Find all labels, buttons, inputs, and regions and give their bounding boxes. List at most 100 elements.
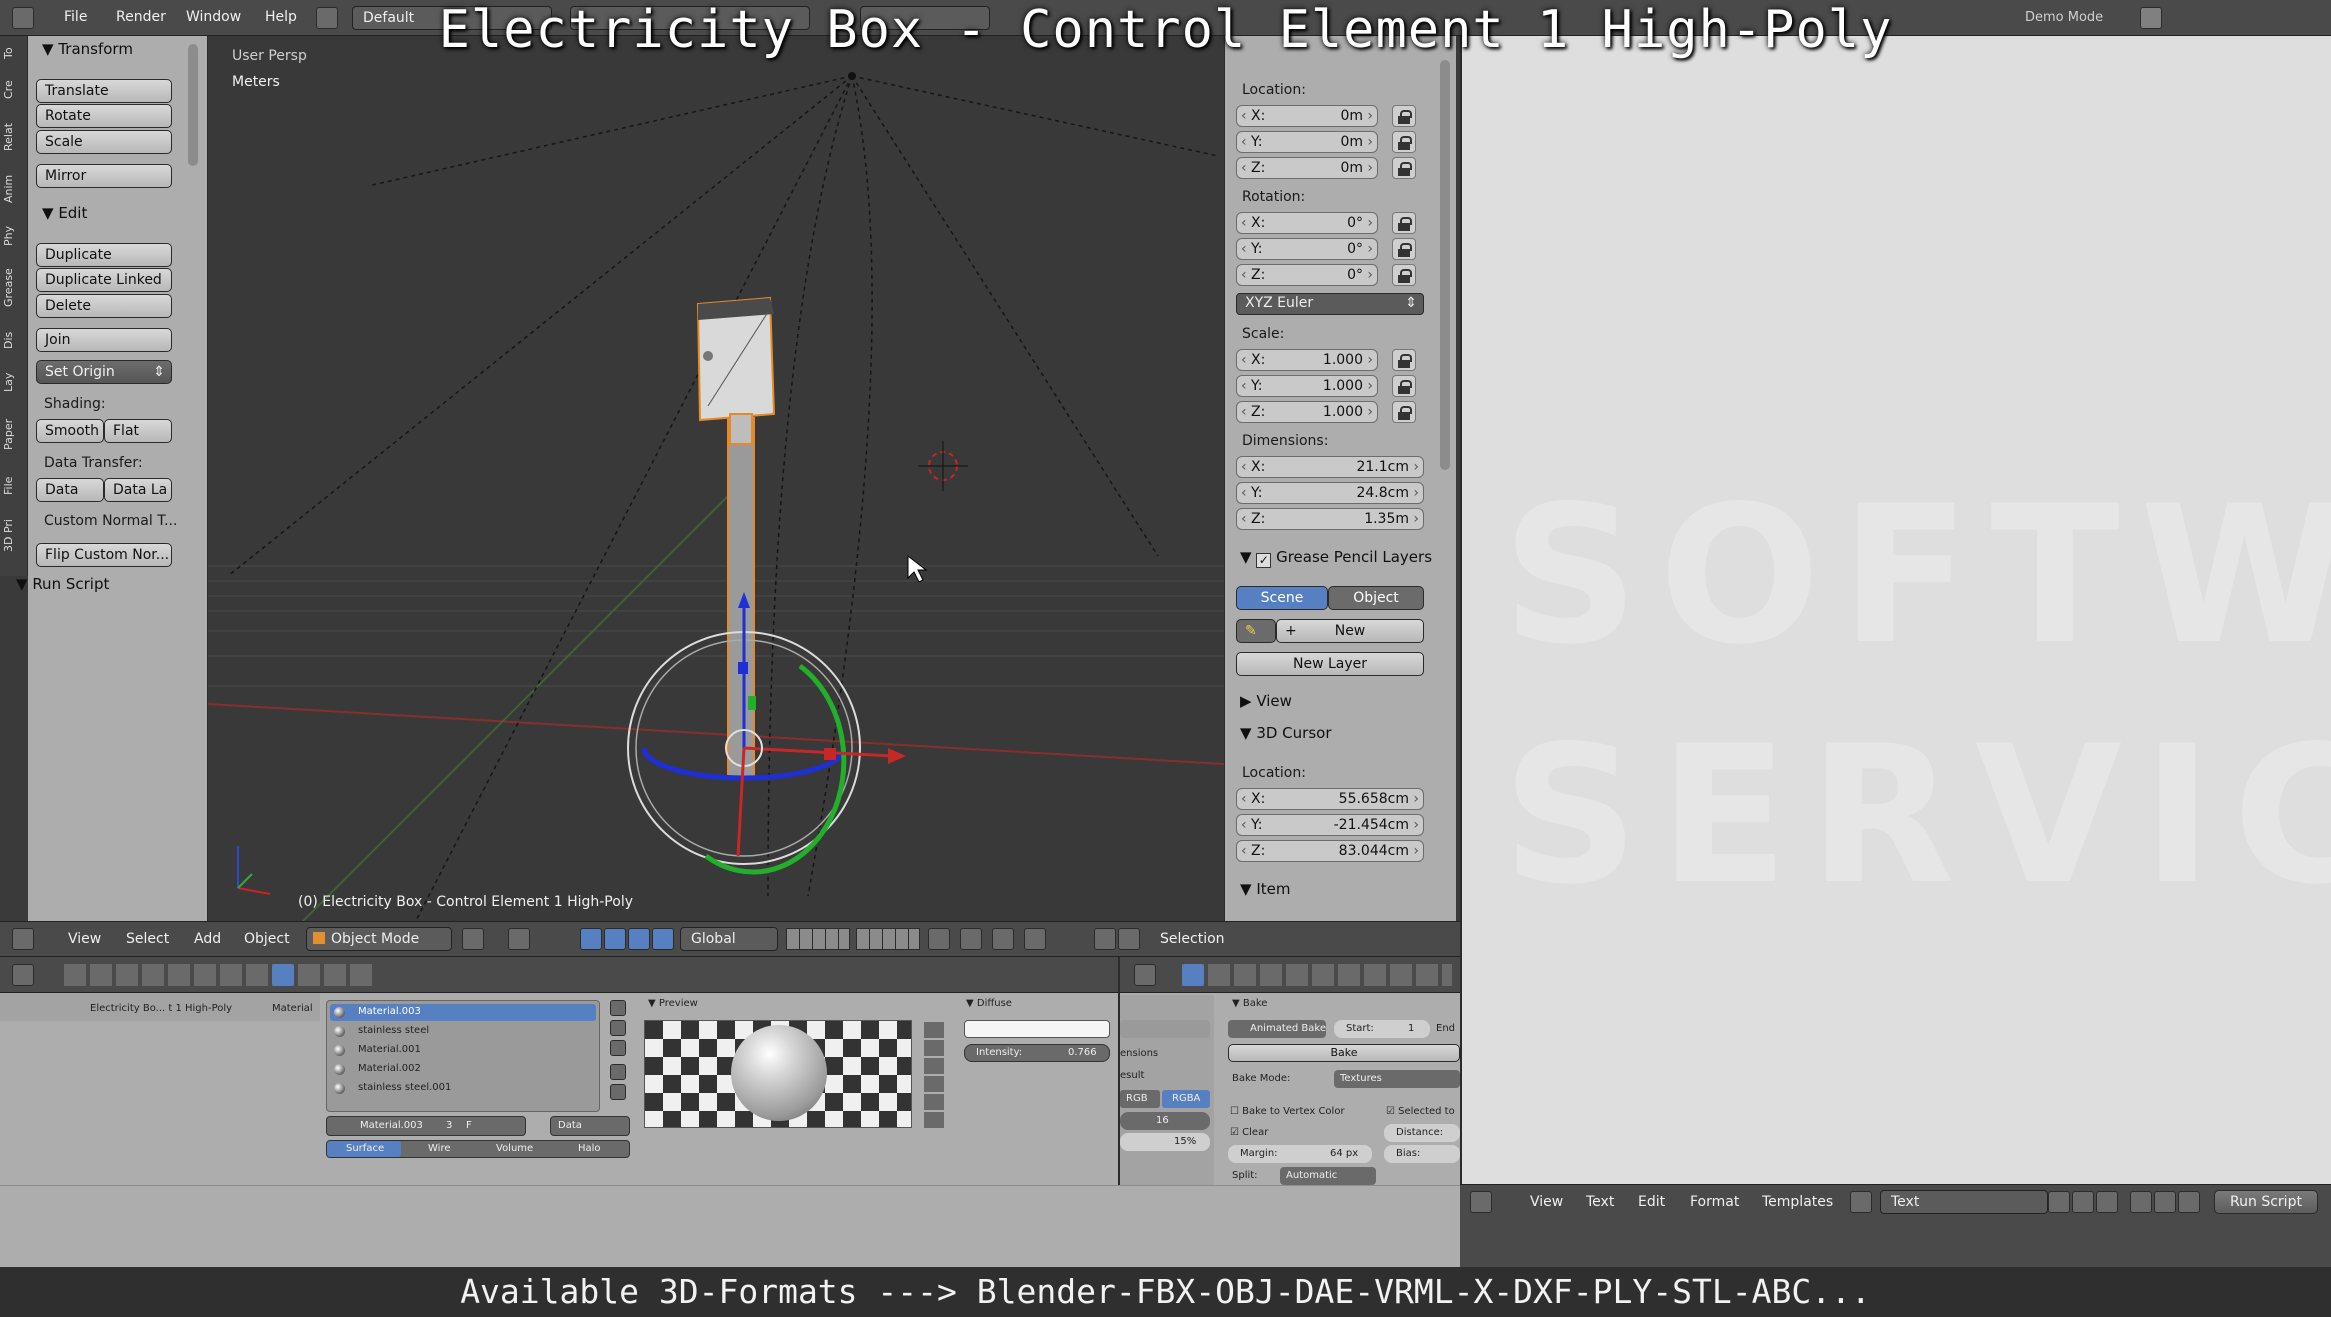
layer-buttons-2[interactable] bbox=[856, 928, 920, 950]
3d-cursor-icon[interactable] bbox=[918, 441, 968, 491]
checkbox-icon[interactable]: ✓ bbox=[1256, 553, 1272, 568]
move-up-icon[interactable] bbox=[610, 1064, 626, 1080]
pole-mesh[interactable] bbox=[727, 417, 755, 779]
slot-specials-icon[interactable] bbox=[610, 1040, 626, 1056]
duplicate-linked-button[interactable]: Duplicate Linked bbox=[36, 268, 172, 292]
material-datablock[interactable] bbox=[326, 1116, 526, 1136]
delete-button[interactable]: Delete bbox=[36, 294, 172, 318]
selected-to-active-checkbox[interactable]: ☑ Selected to bbox=[1386, 1106, 1455, 1117]
text-editor-area[interactable]: SOFTWARE SERVICE bbox=[1460, 36, 2331, 1184]
location-x-field[interactable]: X: 0m bbox=[1236, 105, 1378, 127]
text-datablock-icon[interactable] bbox=[1850, 1191, 1872, 1213]
dimension-y-field[interactable]: Y: 24.8cm bbox=[1236, 482, 1424, 504]
new-layer-button[interactable]: New Layer bbox=[1236, 652, 1424, 676]
bake-button[interactable]: Bake bbox=[1228, 1044, 1460, 1062]
vp-menu-select[interactable]: Select bbox=[126, 931, 169, 947]
3d-cursor-panel-header[interactable]: ▼ 3D Cursor bbox=[1240, 724, 1331, 742]
rotation-mode-select[interactable]: XYZ Euler ⇕ bbox=[1236, 293, 1424, 315]
rotation-z-field[interactable]: Z: 0° bbox=[1236, 264, 1378, 286]
tab-file[interactable]: File bbox=[2, 466, 26, 506]
data-layout-button[interactable]: Data La bbox=[104, 478, 172, 502]
tab-relations[interactable]: Relat bbox=[2, 112, 26, 162]
flat-button[interactable]: Flat bbox=[104, 419, 172, 443]
add-slot-icon[interactable] bbox=[610, 1000, 626, 1016]
vp-menu-object[interactable]: Object bbox=[244, 931, 290, 947]
dimension-z-field[interactable]: Z: 1.35m bbox=[1236, 508, 1424, 530]
custom-normal-label[interactable]: Custom Normal T... bbox=[44, 513, 177, 529]
pencil-icon[interactable]: ✎ bbox=[1236, 619, 1276, 643]
text-menu-format[interactable]: Format bbox=[1690, 1194, 1739, 1210]
material-context-tab[interactable] bbox=[272, 964, 294, 986]
new-gp-button[interactable]: + New bbox=[1276, 619, 1424, 643]
flip-custom-normals-button[interactable]: Flip Custom Nor... bbox=[36, 543, 172, 567]
scale-x-field[interactable]: X: 1.000 bbox=[1236, 349, 1378, 371]
vp-menu-add[interactable]: Add bbox=[194, 931, 221, 947]
material-slot-item[interactable]: Material.003 bbox=[330, 1004, 596, 1021]
scale-z-field[interactable]: Z: 1.000 bbox=[1236, 401, 1378, 423]
text-datablock-field[interactable]: Text bbox=[1880, 1190, 2048, 1214]
view-panel-header[interactable]: ▶ View bbox=[1240, 692, 1292, 710]
object-tab[interactable]: Object bbox=[1328, 586, 1424, 610]
diffuse-panel-header[interactable]: ▼ Diffuse bbox=[966, 998, 1012, 1009]
rotation-x-field[interactable]: X: 0° bbox=[1236, 212, 1378, 234]
lock-layers-icon[interactable] bbox=[928, 928, 950, 950]
viewport-3d[interactable]: User Persp Meters (0) Electricity Box - … bbox=[208, 36, 1224, 921]
join-button[interactable]: Join bbox=[36, 328, 172, 352]
lock-icon[interactable] bbox=[1392, 157, 1416, 179]
rotation-y-field[interactable]: Y: 0° bbox=[1236, 238, 1378, 260]
layer-buttons[interactable] bbox=[786, 928, 850, 950]
pivot-point-icon[interactable] bbox=[508, 928, 530, 950]
grease-pencil-panel-header[interactable]: ▼ ✓ Grease Pencil Layers bbox=[1240, 548, 1432, 568]
render-field[interactable] bbox=[1120, 1020, 1210, 1038]
lock-icon[interactable] bbox=[1392, 264, 1416, 286]
tab-display[interactable]: Dis bbox=[2, 320, 26, 360]
tab-animation[interactable]: Anim bbox=[2, 164, 26, 214]
properties-scrollbar[interactable] bbox=[1440, 60, 1450, 470]
text-menu-view[interactable]: View bbox=[1530, 1194, 1563, 1210]
lock-icon[interactable] bbox=[1392, 105, 1416, 127]
cursor-location-z-field[interactable]: Z: 83.044cm bbox=[1236, 840, 1424, 862]
material-slot-item[interactable]: Material.001 bbox=[330, 1042, 596, 1059]
scene-tab[interactable]: Scene bbox=[1236, 586, 1328, 610]
preview-type-buttons[interactable] bbox=[924, 1022, 944, 1130]
snap-element-icon[interactable] bbox=[1024, 928, 1046, 950]
render-context-tabs[interactable] bbox=[1182, 964, 1452, 986]
set-origin-menu[interactable]: Set Origin ⇕ bbox=[36, 360, 172, 384]
tab-create[interactable]: Cre bbox=[2, 70, 26, 110]
editor-type-icon[interactable] bbox=[12, 928, 34, 950]
translate-button[interactable]: Translate bbox=[36, 79, 172, 103]
item-panel-header[interactable]: ▼ Item bbox=[1240, 880, 1290, 898]
shading-mode-icon[interactable] bbox=[462, 928, 484, 950]
open-text-icon[interactable] bbox=[2072, 1191, 2094, 1213]
diffuse-color-swatch[interactable] bbox=[964, 1020, 1110, 1038]
mode-select[interactable]: Object Mode bbox=[306, 927, 452, 951]
vp-menu-view[interactable]: View bbox=[68, 931, 101, 947]
bake-panel-header[interactable]: ▼ Bake bbox=[1232, 998, 1267, 1009]
manipulator-icon[interactable] bbox=[580, 928, 602, 950]
scale-manipulator-icon[interactable] bbox=[652, 928, 674, 950]
translate-manipulator-icon[interactable] bbox=[604, 928, 626, 950]
data-transfer-button[interactable]: Data bbox=[36, 478, 104, 502]
preview-panel-header[interactable]: ▼ Preview bbox=[648, 998, 698, 1009]
properties-context-tabs[interactable] bbox=[64, 964, 374, 986]
opengl-render-icon[interactable] bbox=[1094, 928, 1116, 950]
smooth-button[interactable]: Smooth bbox=[36, 419, 104, 443]
tab-grease[interactable]: Grease bbox=[2, 258, 26, 318]
orientation-select[interactable]: Global bbox=[680, 927, 778, 951]
rotate-manipulator-icon[interactable] bbox=[628, 928, 650, 950]
snap-icon[interactable] bbox=[992, 928, 1014, 950]
value-15-field[interactable] bbox=[1120, 1133, 1210, 1151]
tab-3d-print[interactable]: 3D Pri bbox=[2, 508, 26, 564]
lock-icon[interactable] bbox=[1392, 349, 1416, 371]
text-editor-type-icon[interactable] bbox=[1470, 1191, 1492, 1213]
tab-physics[interactable]: Phy bbox=[2, 216, 26, 256]
volume-tab-label[interactable]: Volume bbox=[496, 1143, 533, 1154]
remove-slot-icon[interactable] bbox=[610, 1020, 626, 1036]
duplicate-button[interactable]: Duplicate bbox=[36, 243, 172, 267]
edit-panel-header[interactable]: ▼ Edit bbox=[42, 204, 87, 222]
bake-vertex-checkbox[interactable]: ☐ Bake to Vertex Color bbox=[1230, 1106, 1345, 1117]
material-slot-item[interactable]: stainless steel bbox=[330, 1023, 596, 1040]
rotate-button[interactable]: Rotate bbox=[36, 104, 172, 128]
opengl-anim-icon[interactable] bbox=[1118, 928, 1140, 950]
close-icon[interactable] bbox=[2096, 1191, 2118, 1213]
